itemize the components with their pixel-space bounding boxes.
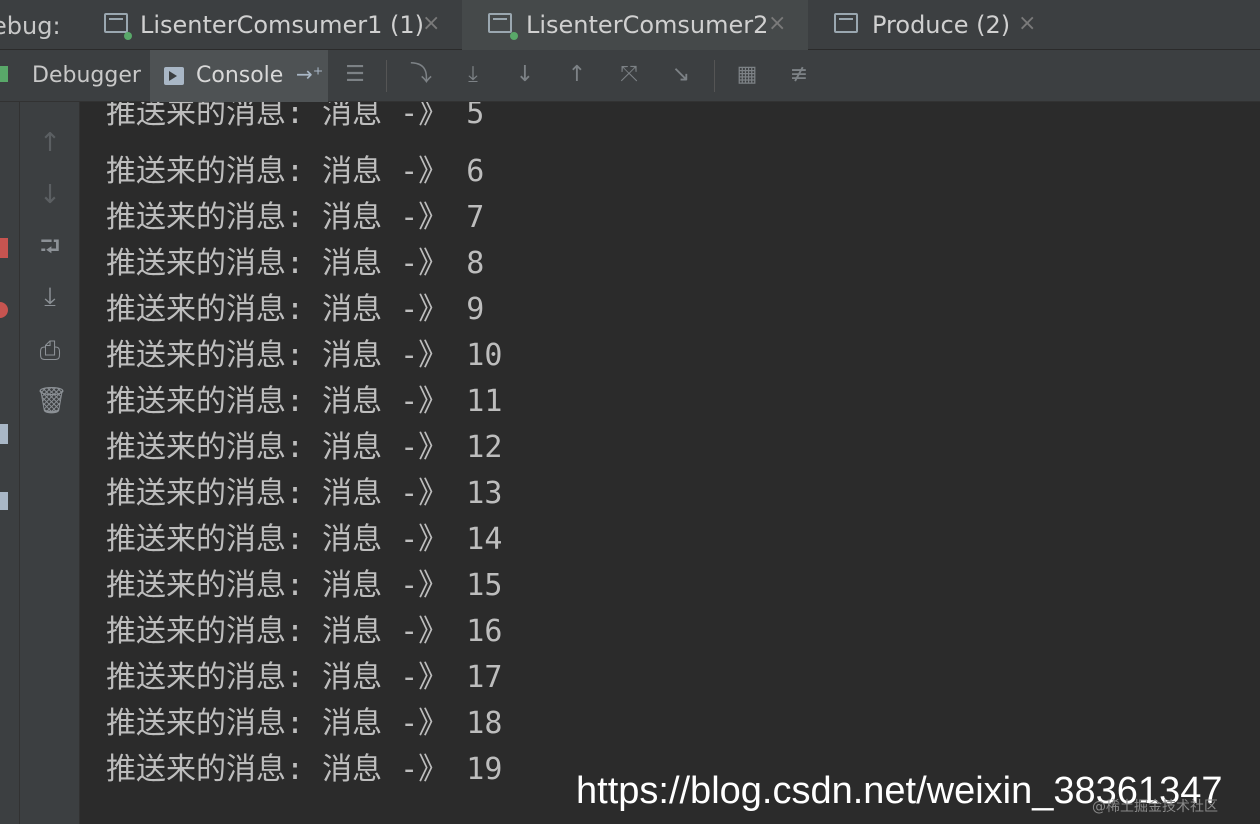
console-line: 推送来的消息: 消息 -》 11 <box>106 384 503 419</box>
menu-icon[interactable]: ☰ <box>342 62 368 88</box>
console-line: 推送来的消息: 消息 -》 19 <box>106 752 503 787</box>
console-line: 推送来的消息: 消息 -》 18 <box>106 706 503 741</box>
run-config-icon <box>104 13 128 33</box>
trace-settings-icon[interactable]: ≢ <box>786 62 812 88</box>
run-tab-bar: ebug: LisenterComsumer1 (1) × LisenterCo… <box>0 0 1260 50</box>
print-icon[interactable]: ⎙ <box>35 336 65 366</box>
restore-layout-icon[interactable]: →⁺ <box>296 62 323 86</box>
resume-icon[interactable] <box>0 66 8 82</box>
console-line: 推送来的消息: 消息 -》 13 <box>106 476 503 511</box>
step-over-icon[interactable]: ⤓ <box>460 62 486 88</box>
close-icon[interactable]: × <box>768 11 786 36</box>
stop-icon[interactable] <box>0 238 8 258</box>
console-line: 推送来的消息: 消息 -》 12 <box>106 430 503 465</box>
run-config-icon <box>834 13 858 33</box>
console-line: 推送来的消息: 消息 -》 7 <box>106 200 485 235</box>
console-icon <box>164 67 184 85</box>
console-line: 推送来的消息: 消息 -》 17 <box>106 660 503 695</box>
tab-lisenter-comsumer1[interactable]: LisenterComsumer1 (1) × <box>0 0 462 50</box>
tab-debugger[interactable]: Debugger <box>32 63 141 88</box>
toolbar-divider <box>714 60 715 92</box>
scroll-to-end-icon[interactable]: ⤓ <box>35 282 65 312</box>
clear-all-icon[interactable]: 🗑 <box>35 386 68 416</box>
tab-label: Produce (2) <box>872 11 1011 39</box>
drop-frame-icon[interactable]: ⤧ <box>616 62 642 88</box>
console-line: 推送来的消息: 消息 -》 8 <box>106 246 485 281</box>
tab-label: LisenterComsumer2 <box>526 11 769 39</box>
toolbar-divider <box>386 60 387 92</box>
running-indicator-icon <box>510 32 518 40</box>
step-out-icon[interactable]: ↑ <box>564 62 590 88</box>
close-icon[interactable]: × <box>422 11 440 36</box>
show-execution-point-icon[interactable]: ⤵ <box>408 62 434 88</box>
previous-occurrence-icon[interactable]: ↑ <box>35 128 65 158</box>
run-to-cursor-icon[interactable]: ↘ <box>668 62 694 88</box>
console-line: 推送来的消息: 消息 -》 16 <box>106 614 503 649</box>
tab-console-label: Console <box>196 63 284 88</box>
pause-icon[interactable] <box>0 424 8 444</box>
tab-label: LisenterComsumer1 (1) <box>140 11 425 39</box>
console-line: 推送来的消息: 消息 -》 10 <box>106 338 503 373</box>
console-actions-gutter: ↑ ↓ ⮒ ⤓ ⎙ 🗑 <box>20 102 80 824</box>
breakpoint-icon[interactable] <box>0 302 8 318</box>
evaluate-expression-icon[interactable]: ▦ <box>734 62 760 88</box>
running-indicator-icon <box>124 32 132 40</box>
debug-toolbar: Debugger Console →⁺ ☰ ⤵ ⤓ ↓ ↑ ⤧ ↘ ▦ ≢ <box>0 50 1260 102</box>
console-line: 推送来的消息: 消息 -》 9 <box>106 292 485 327</box>
console-line: 推送来的消息: 消息 -》 14 <box>106 522 503 557</box>
tab-produce[interactable]: Produce (2) × <box>808 0 1068 50</box>
tab-console[interactable]: Console →⁺ <box>150 50 328 102</box>
close-icon[interactable]: × <box>1018 11 1036 36</box>
console-line: 推送来的消息: 消息 -》 15 <box>106 568 503 603</box>
console-line: 推送来的消息: 消息 -》 5 <box>106 102 485 131</box>
console-output[interactable]: 推送来的消息: 消息 -》 5 推送来的消息: 消息 -》 6 推送来的消息: … <box>80 102 1260 824</box>
settings-icon[interactable] <box>0 492 8 510</box>
console-line: 推送来的消息: 消息 -》 6 <box>106 154 485 189</box>
step-into-icon[interactable]: ↓ <box>512 62 538 88</box>
run-config-icon <box>488 13 512 33</box>
tab-lisenter-comsumer2[interactable]: LisenterComsumer2 × <box>462 0 808 50</box>
debug-side-toolstrip <box>0 66 20 824</box>
soft-wrap-icon[interactable]: ⮒ <box>35 232 65 262</box>
next-occurrence-icon[interactable]: ↓ <box>35 180 65 210</box>
watermark-secondary: @稀土掘金技术社区 <box>1092 799 1218 815</box>
